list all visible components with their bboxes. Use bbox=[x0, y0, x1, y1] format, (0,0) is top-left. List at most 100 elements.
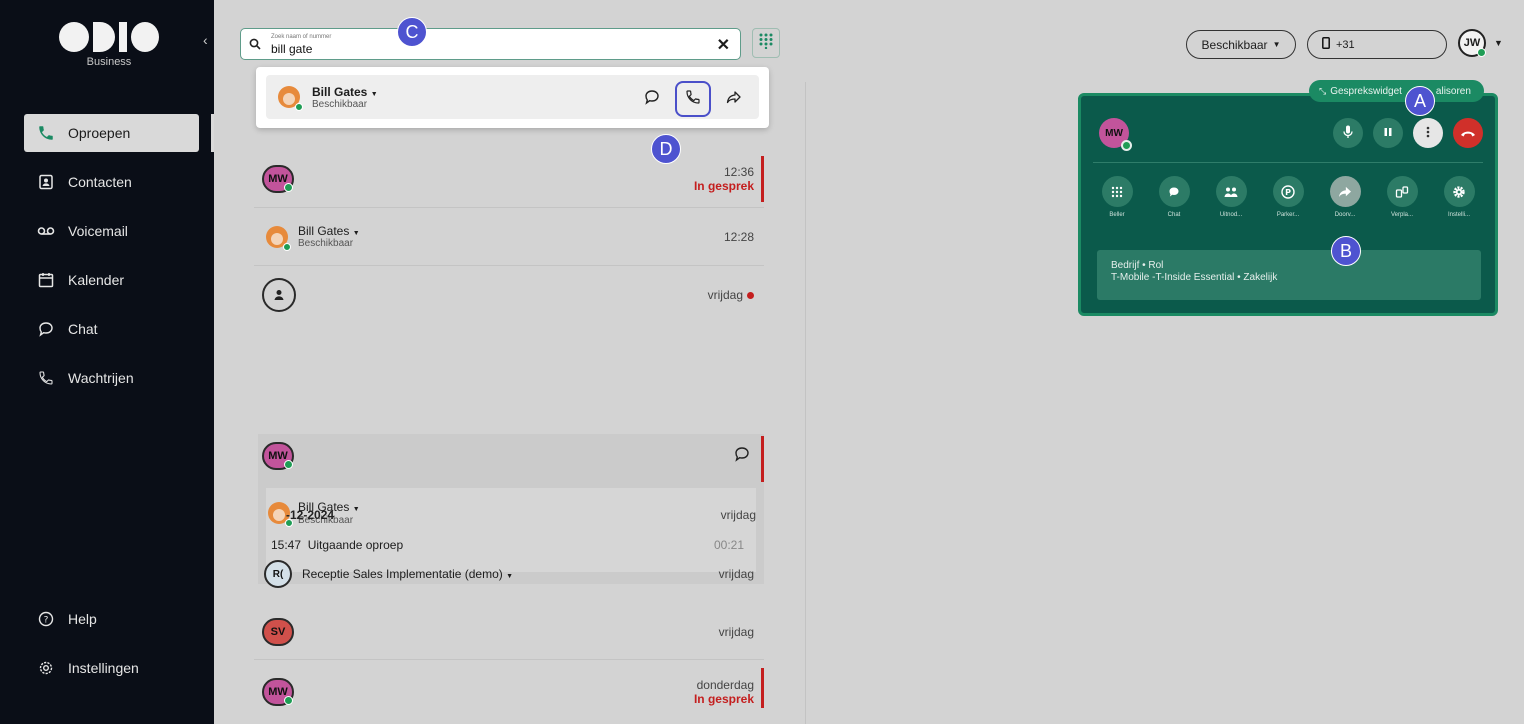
row-time: vrijdag bbox=[707, 288, 743, 302]
widget-divider bbox=[1093, 162, 1483, 163]
chat-icon[interactable] bbox=[734, 446, 750, 467]
sidebar-item-chat[interactable]: Chat bbox=[24, 310, 199, 348]
gear-icon bbox=[36, 658, 56, 678]
avatar-initials: SV bbox=[270, 625, 286, 638]
avatar: MW bbox=[262, 442, 294, 470]
contact-status: Beschikbaar bbox=[298, 238, 354, 249]
sidebar-item-kalender[interactable]: Kalender bbox=[24, 261, 199, 299]
contact-status: Beschikbaar bbox=[312, 98, 368, 110]
clear-search-icon[interactable]: ✕ bbox=[717, 35, 730, 55]
dialpad-icon bbox=[759, 33, 773, 54]
action-label: Doorv... bbox=[1334, 212, 1356, 218]
action-label: Verpla... bbox=[1390, 212, 1413, 218]
presence-dot bbox=[284, 182, 293, 192]
hang-up-button[interactable] bbox=[1453, 118, 1483, 148]
sidebar-item-instellingen[interactable]: Instellingen bbox=[24, 649, 199, 687]
list-item[interactable]: vrijdag bbox=[254, 266, 764, 324]
transfer-icon bbox=[1386, 176, 1418, 207]
expanded-call-detail: MW Bill Gates ▼ Beschikbaar -12-2024 vri… bbox=[258, 434, 764, 588]
svg-text:?: ? bbox=[44, 616, 49, 626]
team-name: Receptie Sales Implementatie (demo) bbox=[302, 567, 503, 581]
chevron-down-icon: ▼ bbox=[370, 90, 378, 98]
availability-dropdown[interactable]: Beschikbaar ▼ bbox=[1186, 30, 1296, 59]
chevron-down-icon: ▼ bbox=[352, 506, 360, 513]
sidebar: Business ‹ Oproepen Contacten Voicemail bbox=[0, 0, 214, 724]
hold-button[interactable] bbox=[1373, 118, 1403, 148]
pause-icon bbox=[1383, 126, 1393, 140]
contact-info: Bill Gates ▼ Beschikbaar bbox=[312, 85, 378, 110]
chat-button[interactable] bbox=[637, 84, 667, 114]
collapse-icon: ⤡ bbox=[1319, 85, 1327, 96]
sidebar-item-label: Wachtrijen bbox=[68, 370, 134, 386]
mute-button[interactable] bbox=[1333, 118, 1363, 148]
caller-avatar: MW bbox=[1099, 118, 1132, 151]
search-result-item[interactable]: Bill Gates ▼ Beschikbaar bbox=[266, 75, 759, 119]
list-item[interactable]: MW 12:36 In gesprek bbox=[254, 150, 764, 208]
sidebar-item-label: Kalender bbox=[68, 272, 125, 288]
sidebar-item-oproepen[interactable]: Oproepen bbox=[24, 114, 199, 152]
gear-icon bbox=[1443, 176, 1475, 207]
action-settings[interactable]: Instelli... bbox=[1441, 176, 1477, 218]
sidebar-item-contacten[interactable]: Contacten bbox=[24, 163, 199, 201]
action-forward[interactable]: Doorv... bbox=[1327, 176, 1363, 218]
microphone-icon bbox=[1342, 125, 1354, 142]
sidebar-bottom-nav: ? Help Instellingen bbox=[24, 600, 199, 698]
pane-divider bbox=[805, 82, 806, 724]
user-menu-chevron-icon[interactable]: ▼ bbox=[1494, 38, 1503, 48]
sidebar-item-label: Oproepen bbox=[68, 125, 131, 141]
avatar: SV bbox=[262, 617, 294, 646]
sidebar-item-wachtrijen[interactable]: Wachtrijen bbox=[24, 359, 199, 397]
sidebar-item-help[interactable]: ? Help bbox=[24, 600, 199, 638]
bill-gates-avatar bbox=[266, 225, 291, 251]
hang-up-icon bbox=[1460, 126, 1476, 140]
list-item[interactable]: MW donderdag In gesprek bbox=[254, 662, 764, 722]
call-date: 12-2024 bbox=[290, 508, 335, 522]
sidebar-item-label: Help bbox=[68, 611, 97, 627]
odido-logo-mark bbox=[54, 22, 164, 52]
widget-minimize-button[interactable]: ⤡ Gesprekswidget alisoren bbox=[1309, 80, 1484, 102]
search-placeholder: Zoek naam of nummer bbox=[271, 34, 332, 40]
list-item[interactable]: Bill Gates ▼ Beschikbaar 12:28 bbox=[254, 208, 764, 266]
chat-icon bbox=[644, 89, 660, 110]
bill-gates-avatar bbox=[278, 86, 303, 111]
search-box: Zoek naam of nummer ✕ bbox=[240, 28, 741, 60]
team-avatar-initials: R( bbox=[272, 568, 284, 580]
contact-info: Bill Gates ▼ Beschikbaar bbox=[298, 224, 360, 249]
user-initials: JW bbox=[1463, 37, 1481, 49]
sidebar-nav: Oproepen Contacten Voicemail Kalender Ch… bbox=[24, 114, 199, 408]
contact-name: Bill Gates bbox=[298, 224, 350, 238]
dialpad-button[interactable] bbox=[752, 28, 780, 58]
row-time: vrijdag bbox=[720, 508, 756, 522]
team-name-row[interactable]: Receptie Sales Implementatie (demo) ▼ bbox=[302, 567, 513, 581]
call-button[interactable] bbox=[675, 81, 711, 117]
action-transfer[interactable]: Verpla... bbox=[1384, 176, 1420, 218]
result-actions bbox=[637, 81, 749, 117]
sidebar-item-voicemail[interactable]: Voicemail bbox=[24, 212, 199, 250]
action-park[interactable]: P Parker... bbox=[1270, 176, 1306, 218]
invite-icon bbox=[1215, 176, 1247, 207]
more-options-button[interactable] bbox=[1413, 118, 1443, 148]
active-call-indicator bbox=[761, 436, 764, 482]
search-input[interactable] bbox=[271, 42, 691, 56]
call-widget: MW Beller Chat Uitnod... P Parker... Doo… bbox=[1078, 93, 1498, 316]
logo: Business bbox=[54, 22, 164, 82]
marker-c: C bbox=[397, 17, 427, 47]
row-meta: vrijdag bbox=[719, 625, 764, 639]
sidebar-item-label: Instellingen bbox=[68, 660, 139, 676]
list-item[interactable]: SV vrijdag bbox=[254, 604, 764, 660]
action-invite[interactable]: Uitnod... bbox=[1213, 176, 1249, 218]
user-avatar[interactable]: JW bbox=[1458, 29, 1486, 57]
contact-name: Bill Gates bbox=[312, 84, 368, 99]
availability-label: Beschikbaar bbox=[1201, 37, 1268, 52]
row-meta: donderdag In gesprek bbox=[694, 678, 764, 706]
action-chat[interactable]: Chat bbox=[1156, 176, 1192, 218]
forward-button[interactable] bbox=[719, 84, 749, 114]
outgoing-number: +31 bbox=[1336, 38, 1355, 51]
row-meta: 12:36 In gesprek bbox=[694, 165, 764, 193]
presence-dot bbox=[284, 460, 293, 469]
action-dialpad[interactable]: Beller bbox=[1099, 176, 1135, 218]
row-meta: 12:28 bbox=[724, 230, 764, 244]
row-time: 12:36 bbox=[723, 164, 754, 179]
outgoing-number-selector[interactable]: +31 bbox=[1307, 30, 1447, 59]
call-time: 15:47 bbox=[271, 538, 302, 552]
